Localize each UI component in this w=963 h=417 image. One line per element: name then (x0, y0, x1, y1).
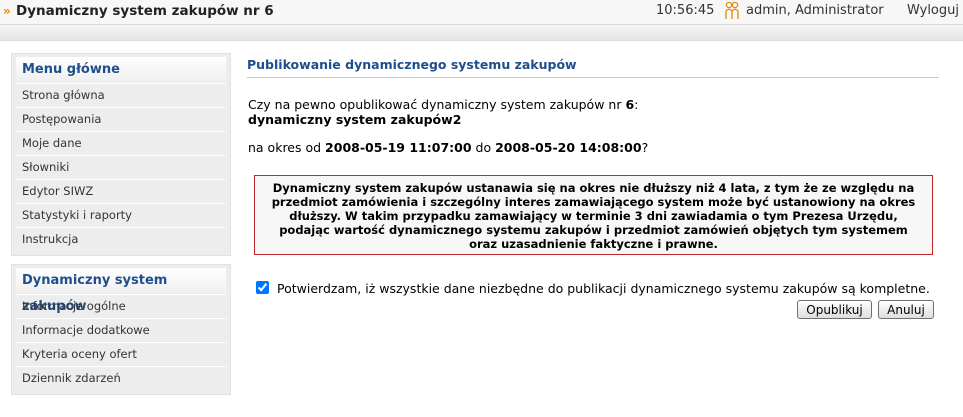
menu-item-siwz-editor[interactable]: Edytor SIWZ (16, 179, 226, 203)
users-icon (725, 1, 739, 19)
dsz-menu-title: Dynamiczny system zakupów (16, 268, 226, 314)
cancel-button[interactable]: Anuluj (878, 300, 934, 319)
menu-item-my-data[interactable]: Moje dane (16, 131, 226, 155)
menu-item-general-info[interactable]: Informacje ogólne (16, 294, 226, 318)
publish-question: Czy na pewno opublikować dynamiczny syst… (248, 97, 638, 112)
page-title: Publikowanie dynamicznego systemu zakupó… (247, 57, 939, 78)
menu-item-proceedings[interactable]: Postępowania (16, 107, 226, 131)
period-prefix: na okres od (248, 140, 326, 155)
sidebar: Menu główne Strona główna Postępowania M… (11, 53, 231, 395)
user-name: admin, Administrator (746, 3, 884, 18)
logout-link[interactable]: Wyloguj (907, 0, 959, 22)
main-menu: Menu główne Strona główna Postępowania M… (11, 53, 231, 256)
confirm-label[interactable]: Potwierdzam, iż wszystkie dane niezbędne… (277, 281, 930, 296)
menu-item-statistics[interactable]: Statystyki i raporty (16, 203, 226, 227)
system-name: dynamiczny system zakupów2 (248, 112, 462, 127)
menu-item-dictionaries[interactable]: Słowniki (16, 155, 226, 179)
confirm-checkbox[interactable] (256, 281, 269, 294)
period-mid: do (471, 140, 496, 155)
double-chevron-right-icon: » (3, 4, 11, 18)
publish-button[interactable]: Opublikuj (797, 300, 872, 319)
app-title: Dynamiczny system zakupów nr 6 (16, 3, 274, 19)
date-to: 2008-05-20 14:08:00 (495, 140, 642, 155)
menu-item-event-log[interactable]: Dziennik zdarzeń (16, 366, 226, 390)
warning-box: Dynamiczny system zakupów ustanawia się … (254, 175, 933, 255)
dsz-menu: Dynamiczny system zakupów Informacje ogó… (11, 264, 231, 395)
question-prefix: Czy na pewno opublikować dynamiczny syst… (248, 97, 626, 112)
period-text: na okres od 2008-05-19 11:07:00 do 2008-… (248, 140, 648, 155)
header-band (0, 25, 963, 41)
clock: 10:56:45 (656, 3, 715, 18)
menu-item-additional-info[interactable]: Informacje dodatkowe (16, 318, 226, 342)
menu-item-criteria[interactable]: Kryteria oceny ofert (16, 342, 226, 366)
period-suffix: ? (641, 140, 649, 155)
menu-item-home[interactable]: Strona główna (16, 83, 226, 107)
date-from: 2008-05-19 11:07:00 (325, 140, 472, 155)
main-menu-title: Menu główne (16, 57, 226, 83)
question-suffix: : (634, 97, 639, 112)
menu-item-manual[interactable]: Instrukcja (16, 227, 226, 251)
top-bar: » Dynamiczny system zakupów nr 6 10:56:4… (0, 0, 963, 25)
system-number: 6 (625, 97, 635, 112)
